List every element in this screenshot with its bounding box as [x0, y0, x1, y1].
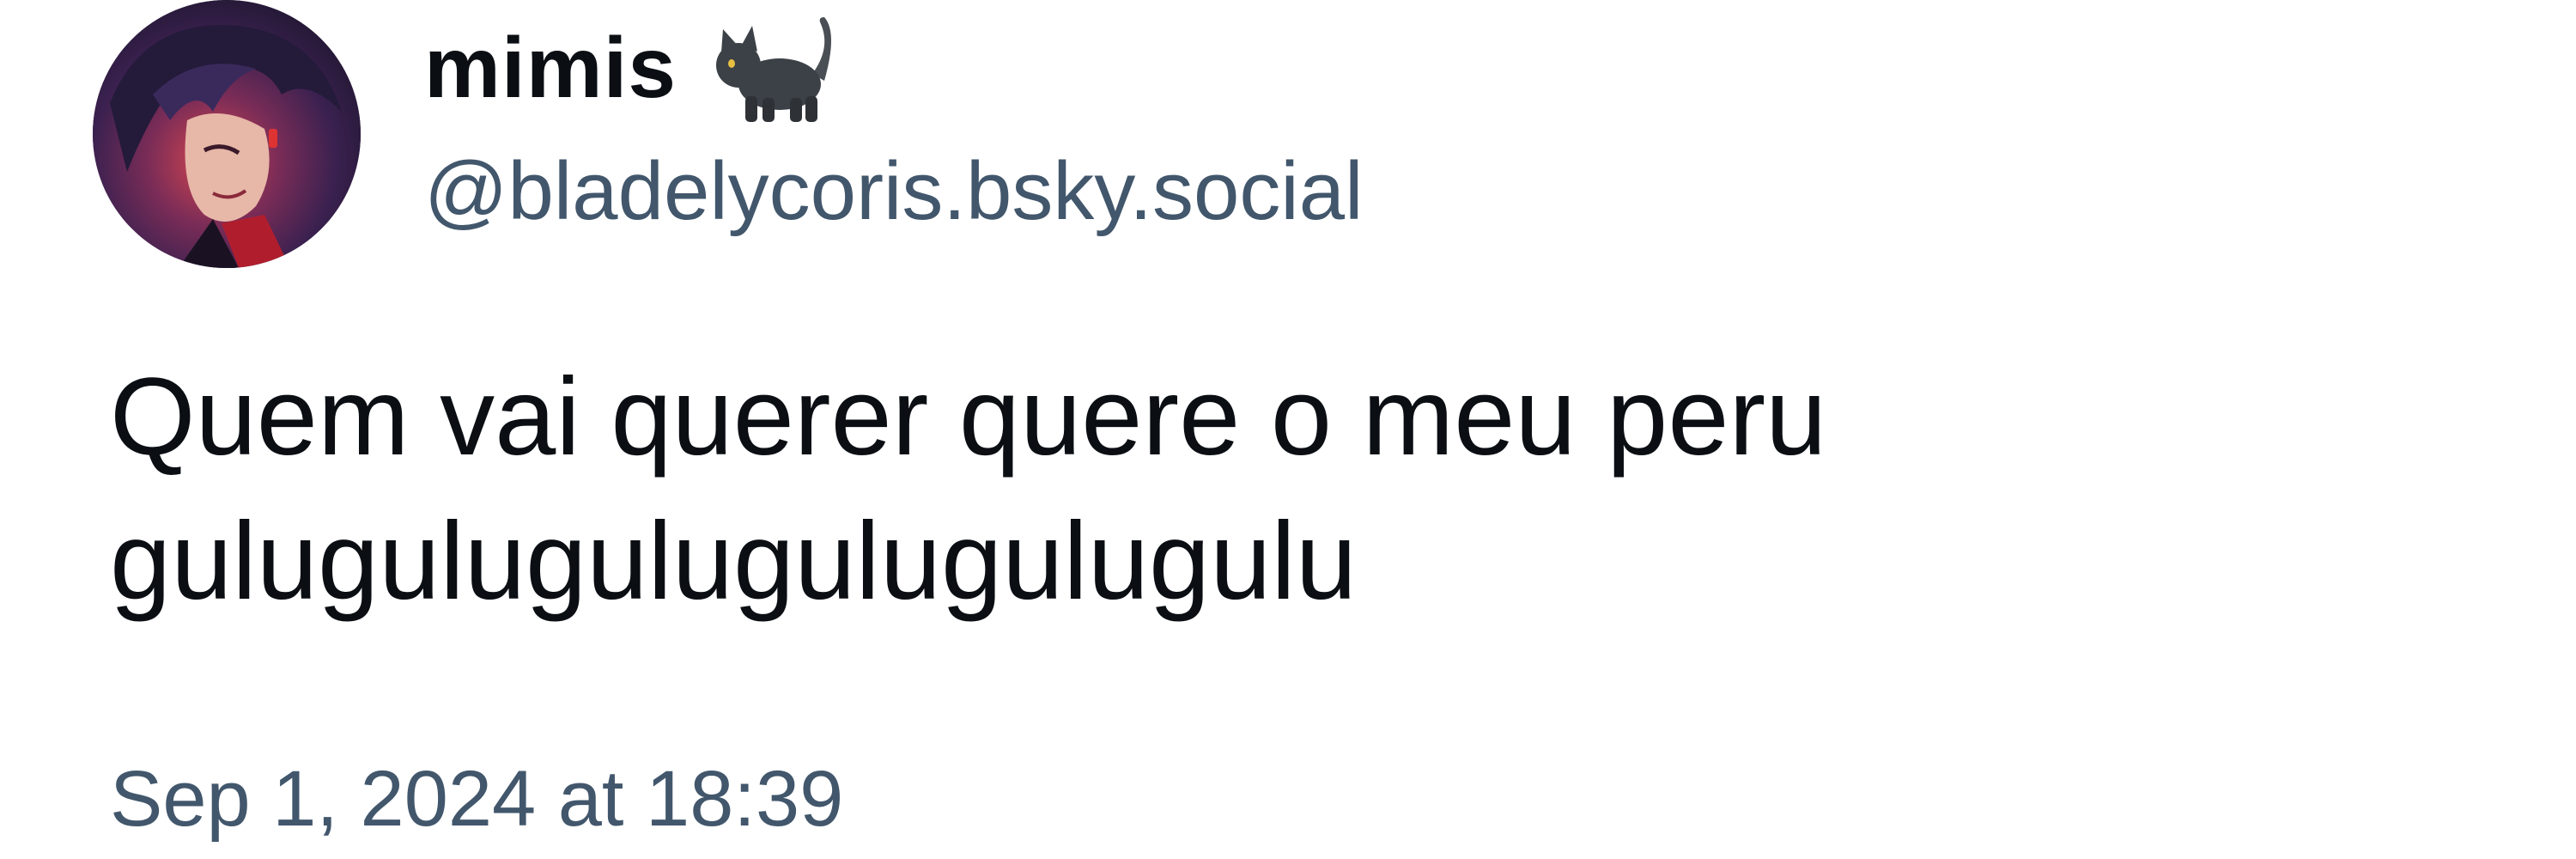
author-display-name[interactable]: mimis	[424, 19, 677, 118]
author-handle[interactable]: @bladelycoris.bsky.social	[424, 144, 1363, 239]
avatar-image	[93, 0, 361, 268]
black-cat-icon	[711, 14, 840, 125]
post-card: mimis @bladelycoris.bsky.social Quem vai…	[0, 0, 2576, 859]
post-timestamp[interactable]: Sep 1, 2024 at 18:39	[110, 754, 843, 844]
post-text: Quem vai querer quere o meu peru gulugul…	[110, 356, 1827, 623]
author-name-row: mimis	[424, 12, 840, 124]
avatar[interactable]	[93, 0, 361, 268]
